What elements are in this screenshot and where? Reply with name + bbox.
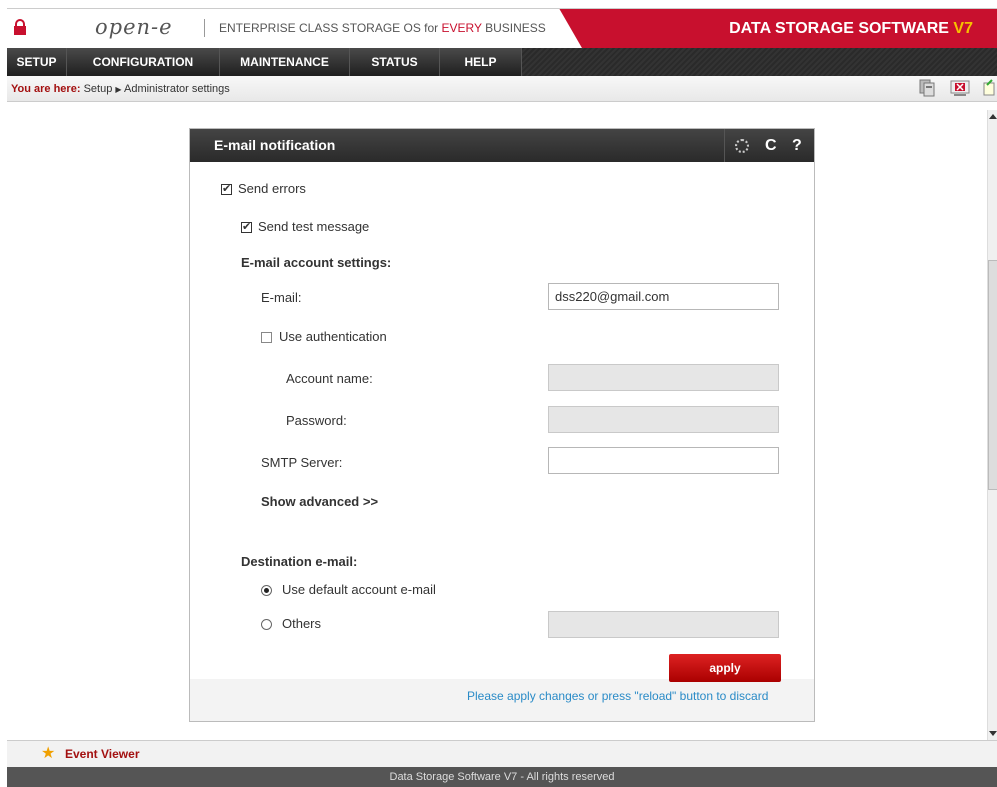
smtp-input[interactable] — [548, 447, 779, 474]
app-window: open-e ENTERPRISE CLASS STORAGE OS for E… — [0, 0, 997, 787]
send-errors-checkbox[interactable]: ✔ — [221, 184, 232, 195]
loading-icon — [735, 139, 749, 153]
content-area: E-mail notification C ? ✔ Send errors ✔ … — [7, 103, 987, 736]
star-icon: ★ — [41, 745, 56, 762]
tagline: ENTERPRISE CLASS STORAGE OS for EVERY BU… — [204, 19, 546, 37]
destination-heading: Destination e-mail: — [241, 554, 358, 569]
breadcrumb: You are here: Setup ▶ Administrator sett… — [7, 76, 997, 102]
send-test-checkbox[interactable]: ✔ — [241, 222, 252, 233]
others-input[interactable] — [548, 611, 779, 638]
server-icon[interactable] — [917, 79, 937, 97]
password-label: Password: — [286, 413, 347, 428]
help-icon[interactable]: ? — [792, 129, 802, 162]
email-notification-panel: E-mail notification C ? ✔ Send errors ✔ … — [189, 128, 815, 722]
smtp-label: SMTP Server: — [261, 455, 343, 470]
breadcrumb-current: Administrator settings — [123, 83, 230, 95]
breadcrumb-separator-icon: ▶ — [115, 85, 122, 94]
account-name-label: Account name: — [286, 371, 373, 386]
main-nav: SETUP CONFIGURATION MAINTENANCE STATUS H… — [7, 48, 997, 76]
panel-title: E-mail notification — [214, 137, 336, 153]
show-advanced-link[interactable]: Show advanced >> — [261, 494, 378, 509]
apply-button[interactable]: apply — [669, 654, 781, 682]
use-auth-checkbox[interactable] — [261, 332, 272, 343]
account-settings-heading: E-mail account settings: — [241, 255, 392, 270]
lock-icon — [14, 19, 26, 35]
nav-maintenance[interactable]: MAINTENANCE — [220, 48, 350, 76]
event-viewer-label[interactable]: Event Viewer — [65, 741, 139, 768]
reload-icon[interactable]: C — [765, 129, 777, 162]
panel-header: E-mail notification C ? — [190, 129, 814, 162]
account-name-input[interactable] — [548, 364, 779, 391]
email-label: E-mail: — [261, 290, 302, 305]
toolbar-icons — [907, 79, 995, 105]
event-viewer-bar[interactable]: ★ Event Viewer — [7, 740, 997, 767]
others-label: Others — [282, 616, 322, 631]
vertical-scrollbar[interactable] — [987, 110, 997, 740]
nav-setup[interactable]: SETUP — [7, 48, 67, 76]
send-test-label: Send test message — [258, 219, 370, 234]
email-input[interactable]: dss220@gmail.com — [548, 283, 779, 310]
breadcrumb-prefix: You are here: — [11, 83, 81, 95]
scroll-up-icon[interactable] — [989, 114, 997, 119]
apply-hint: Please apply changes or press "reload" b… — [467, 689, 769, 703]
top-banner: open-e ENTERPRISE CLASS STORAGE OS for E… — [7, 8, 997, 49]
send-errors-label: Send errors — [238, 181, 306, 196]
info-icon[interactable] — [983, 79, 995, 97]
use-default-radio[interactable] — [261, 585, 272, 596]
nav-status[interactable]: STATUS — [350, 48, 440, 76]
scroll-down-icon[interactable] — [989, 731, 997, 736]
product-name: DATA STORAGE SOFTWARE V7 — [729, 20, 973, 37]
use-auth-label: Use authentication — [279, 329, 387, 344]
others-radio[interactable] — [261, 619, 272, 630]
footer: Data Storage Software V7 - All rights re… — [7, 767, 997, 787]
nav-configuration[interactable]: CONFIGURATION — [67, 48, 220, 76]
password-input[interactable] — [548, 406, 779, 433]
logout-icon[interactable] — [950, 79, 970, 97]
scroll-thumb[interactable] — [988, 260, 997, 490]
nav-filler — [522, 48, 997, 76]
breadcrumb-setup[interactable]: Setup — [84, 83, 113, 95]
panel-tools: C ? — [724, 129, 814, 162]
nav-help[interactable]: HELP — [440, 48, 522, 76]
logo: open-e — [95, 15, 173, 39]
use-default-label: Use default account e-mail — [282, 582, 436, 597]
product-banner: DATA STORAGE SOFTWARE V7 — [597, 9, 997, 49]
